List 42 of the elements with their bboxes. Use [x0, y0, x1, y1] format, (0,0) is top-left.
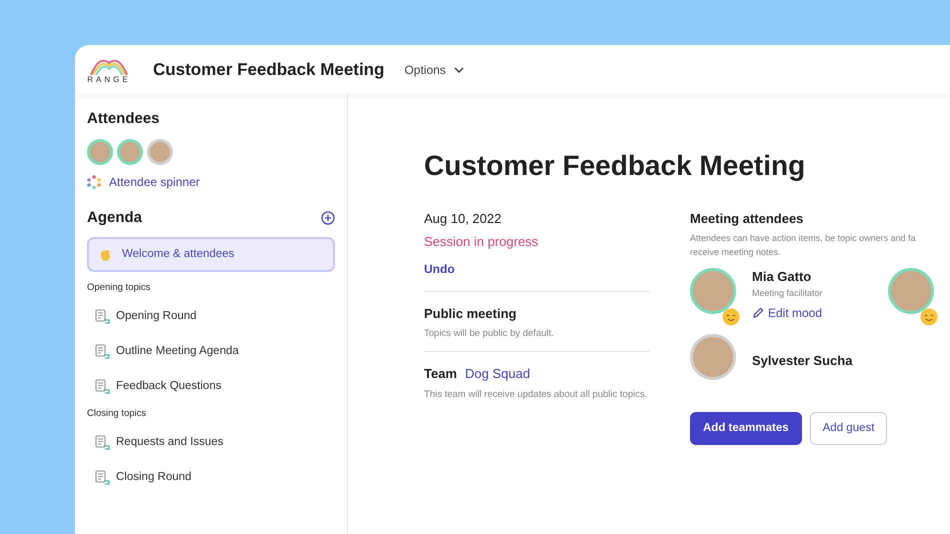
add-icon — [321, 210, 335, 225]
meeting-title: Customer Feedback Meeting — [424, 149, 806, 183]
section-title: Agenda — [87, 208, 142, 228]
agenda-item[interactable]: Welcome & attendees — [87, 237, 335, 272]
add-teammates-button[interactable]: Add teammates — [690, 412, 802, 446]
team-link[interactable]: Dog Squad — [465, 364, 530, 384]
session-status: Session in progress — [424, 233, 540, 252]
person-role: Meeting facilitator — [752, 286, 823, 300]
pencil-icon — [752, 307, 764, 320]
section-title: Attendees — [87, 109, 161, 129]
person-name: Mia Gatto — [752, 268, 812, 286]
logo-text: RANGE — [87, 76, 131, 84]
options-dropdown[interactable]: Options — [404, 60, 464, 78]
hand-icon — [98, 248, 112, 262]
document-icon — [95, 434, 110, 450]
team-label: Team — [424, 365, 457, 384]
section-label: Opening topics — [87, 281, 152, 296]
chevron-down-icon — [454, 66, 464, 72]
helper-text: Topics will be public by default. — [424, 327, 555, 342]
helper-text: This team will receive updates about all public topics. — [424, 388, 648, 402]
add-guest-button[interactable]: Add guest — [810, 412, 888, 446]
edit-mood-link[interactable]: Edit mood — [752, 304, 822, 322]
section-title: Meeting attendees — [690, 210, 804, 228]
add-button[interactable] — [321, 210, 335, 225]
document-icon — [95, 470, 110, 485]
document-icon — [95, 344, 110, 359]
meeting-date: Aug 10, 2022 — [424, 210, 502, 228]
person-name: Sylvester Sucha — [752, 352, 852, 370]
helper-text: Attendees can have action items, be topic owners and fa receive meeting notes. — [690, 232, 917, 259]
agenda-topic[interactable]: Feedback Questions — [87, 369, 335, 404]
undo-link[interactable]: Undo — [424, 260, 455, 278]
agenda-topic[interactable]: Closing Round — [87, 460, 335, 495]
section-label: Closing topics — [87, 407, 148, 422]
dots-icon — [87, 174, 101, 188]
document-icon — [95, 308, 110, 324]
agenda-topic[interactable]: Requests and Issues — [87, 424, 335, 460]
agenda-topic[interactable]: Opening Round — [87, 298, 335, 334]
document-icon — [95, 379, 110, 394]
agenda-topic[interactable]: Outline Meeting Agenda — [87, 334, 335, 369]
attendee-spinner-link[interactable]: Attendee spinner — [87, 172, 200, 190]
page-title: Customer Feedback Meeting — [153, 58, 384, 81]
section-title: Public meeting — [424, 304, 518, 323]
